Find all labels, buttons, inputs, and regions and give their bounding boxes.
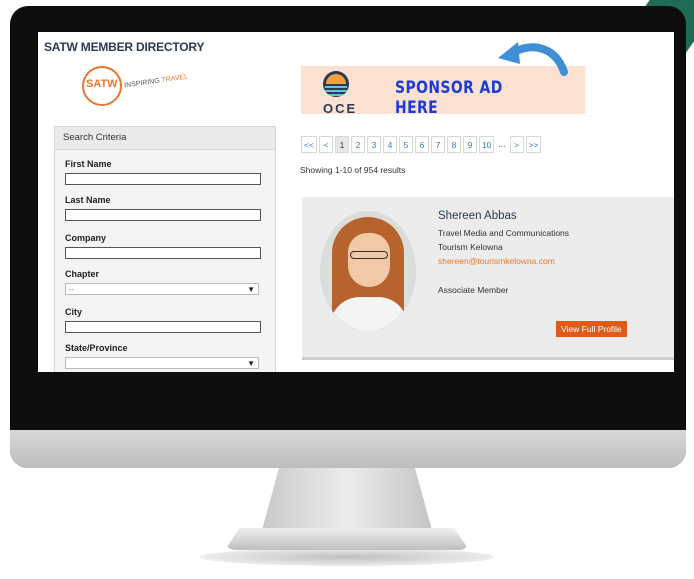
chevron-down-icon: ▼ [247, 359, 255, 368]
city-input[interactable] [65, 321, 261, 333]
logo-tagline-1: INSPIRING [123, 77, 161, 90]
chapter-select[interactable]: -- ▼ [65, 283, 259, 295]
view-full-profile-button[interactable]: View Full Profile [556, 321, 627, 337]
logo-tagline: INSPIRING TRAVEL [124, 74, 189, 90]
page-7[interactable]: 7 [430, 136, 445, 153]
curved-arrow-icon [498, 42, 568, 76]
sponsor-logo-text: OCE [323, 101, 358, 114]
chapter-selected-value: -- [69, 285, 75, 294]
monitor-base [225, 528, 469, 550]
sunset-waves-icon [323, 71, 349, 97]
chapter-label: Chapter [65, 269, 100, 279]
page-9[interactable]: 9 [462, 136, 477, 153]
city-field: City [65, 307, 261, 333]
results-count: Showing 1-10 of 954 results [300, 165, 406, 175]
page-first[interactable]: << [301, 136, 317, 153]
member-title: Travel Media and Communications [438, 228, 570, 238]
page-last[interactable]: >> [525, 136, 542, 153]
member-photo [320, 211, 416, 331]
pagination: << < 1 2 3 4 5 6 7 8 9 10 ... > >> [301, 136, 542, 153]
company-label: Company [65, 233, 107, 243]
satw-logo: SATW INSPIRING TRAVEL [82, 66, 212, 110]
page-3[interactable]: 3 [366, 136, 381, 153]
state-province-select[interactable]: ▼ [65, 357, 259, 369]
chevron-down-icon: ▼ [247, 285, 255, 294]
sponsor-ad-text: SPONSOR AD HERE [395, 78, 503, 118]
page-ellipsis: ... [496, 136, 508, 153]
page-1[interactable]: 1 [334, 136, 349, 153]
member-name: Shereen Abbas [438, 210, 517, 222]
first-name-field: First Name [65, 159, 261, 185]
page-title: SATW MEMBER DIRECTORY [44, 40, 205, 54]
search-criteria-panel: Search Criteria First Name Last Name Com… [54, 126, 276, 372]
member-card: Shereen Abbas Travel Media and Communica… [302, 197, 674, 360]
company-field: Company [65, 233, 261, 259]
last-name-field: Last Name [65, 195, 261, 221]
page-4[interactable]: 4 [382, 136, 397, 153]
city-label: City [65, 307, 83, 317]
monitor: SATW MEMBER DIRECTORY SATW INSPIRING TRA… [10, 6, 686, 468]
page-2[interactable]: 2 [350, 136, 365, 153]
member-company: Tourism Kelowna [438, 242, 503, 252]
page-next[interactable]: > [509, 136, 524, 153]
page-prev[interactable]: < [318, 136, 333, 153]
monitor-stand [262, 468, 432, 530]
member-type: Associate Member [438, 285, 509, 295]
chapter-field: Chapter -- ▼ [65, 269, 261, 295]
screen: SATW MEMBER DIRECTORY SATW INSPIRING TRA… [38, 32, 674, 372]
search-criteria-header: Search Criteria [55, 127, 275, 150]
state-province-label: State/Province [65, 343, 128, 353]
page-10[interactable]: 10 [478, 136, 495, 153]
last-name-label: Last Name [65, 195, 111, 205]
monitor-chin [10, 430, 686, 468]
monitor-base-shadow [200, 548, 494, 566]
page-8[interactable]: 8 [446, 136, 461, 153]
page-5[interactable]: 5 [398, 136, 413, 153]
first-name-label: First Name [65, 159, 112, 169]
first-name-input[interactable] [65, 173, 261, 185]
member-email-link[interactable]: shereen@tourismkelowna.com [438, 256, 555, 266]
logo-text: SATW [86, 78, 118, 90]
logo-tagline-2: TRAVEL [161, 73, 189, 85]
page-6[interactable]: 6 [414, 136, 429, 153]
last-name-input[interactable] [65, 209, 261, 221]
state-province-field: State/Province ▼ [65, 343, 261, 369]
company-input[interactable] [65, 247, 261, 259]
